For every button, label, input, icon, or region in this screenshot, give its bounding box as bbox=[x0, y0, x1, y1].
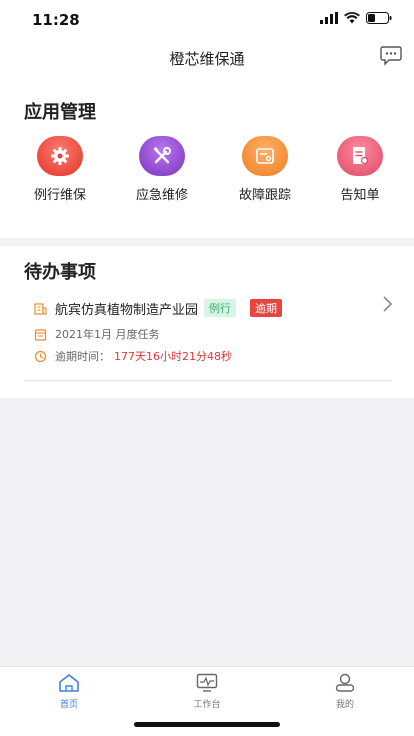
user-icon bbox=[335, 673, 355, 692]
section-title-todo: 待办事项 bbox=[24, 262, 96, 283]
tag-routine: 例行 bbox=[204, 299, 237, 317]
wifi-icon bbox=[344, 12, 360, 24]
tab-home[interactable]: 首页 bbox=[29, 673, 109, 713]
tab-label: 工作台 bbox=[193, 700, 221, 710]
tab-label: 我的 bbox=[335, 700, 354, 710]
gear-icon bbox=[37, 136, 83, 176]
todo-name: 航宾仿真植物制造产业园 bbox=[55, 302, 199, 318]
todo-period-row: 2021年1月 月度任务 bbox=[34, 325, 160, 343]
home-indicator bbox=[134, 722, 280, 727]
document-icon bbox=[337, 136, 383, 176]
calendar-icon bbox=[34, 328, 47, 341]
tag-overdue: 逾期 bbox=[250, 299, 283, 317]
page-title: 橙芯维保通 bbox=[169, 50, 245, 68]
todo-name-row: 航宾仿真植物制造产业园 例行 逾期 bbox=[34, 299, 283, 318]
todo-period: 2021年1月 月度任务 bbox=[55, 328, 160, 341]
divider bbox=[24, 380, 392, 381]
chat-bubble-icon[interactable] bbox=[380, 46, 402, 66]
apps-row: 例行维保 应急维修 故障跟踪 告知单 bbox=[0, 136, 414, 216]
home-icon bbox=[59, 674, 79, 692]
nav-bar: 橙芯维保通 bbox=[0, 40, 414, 76]
wrench-screwdriver-icon bbox=[139, 136, 185, 176]
status-icons bbox=[320, 12, 392, 24]
app-routine-maintenance[interactable]: 例行维保 bbox=[20, 136, 100, 216]
app-label: 告知单 bbox=[340, 188, 380, 203]
app-label: 例行维保 bbox=[33, 188, 86, 203]
section-title-apps: 应用管理 bbox=[24, 102, 96, 123]
building-icon bbox=[34, 302, 47, 315]
ticket-icon bbox=[242, 136, 288, 176]
todo-overdue-row: 逾期时间： 177天16小时21分48秒 bbox=[34, 347, 232, 365]
tab-workbench[interactable]: 工作台 bbox=[167, 673, 247, 713]
app-label: 应急维修 bbox=[135, 188, 188, 203]
todo-item[interactable]: 航宾仿真植物制造产业园 例行 逾期 2021年1月 月度任务 逾期时间： 177… bbox=[24, 294, 392, 381]
app-management-section: 应用管理 例行维保 应急维修 故障跟踪 告知单 bbox=[0, 76, 414, 238]
monitor-icon bbox=[196, 673, 218, 692]
app-notice[interactable]: 告知单 bbox=[320, 136, 400, 216]
todo-overdue-label: 逾期时间： bbox=[55, 350, 110, 363]
clock-icon bbox=[34, 350, 47, 362]
app-label: 故障跟踪 bbox=[238, 188, 291, 203]
status-bar: 11:28 bbox=[0, 0, 414, 40]
todo-overdue-value: 177天16小时21分48秒 bbox=[114, 350, 232, 363]
status-time: 11:28 bbox=[32, 11, 80, 29]
tab-mine[interactable]: 我的 bbox=[305, 673, 385, 713]
signal-icon bbox=[320, 12, 338, 24]
app-fault-tracking[interactable]: 故障跟踪 bbox=[225, 136, 305, 216]
todo-section: 待办事项 航宾仿真植物制造产业园 例行 逾期 2021年1月 月度任务 逾期时间… bbox=[0, 246, 414, 398]
chevron-right-icon[interactable] bbox=[382, 296, 392, 312]
app-emergency-repair[interactable]: 应急维修 bbox=[122, 136, 202, 216]
battery-icon bbox=[366, 12, 392, 24]
tab-label: 首页 bbox=[59, 700, 78, 710]
